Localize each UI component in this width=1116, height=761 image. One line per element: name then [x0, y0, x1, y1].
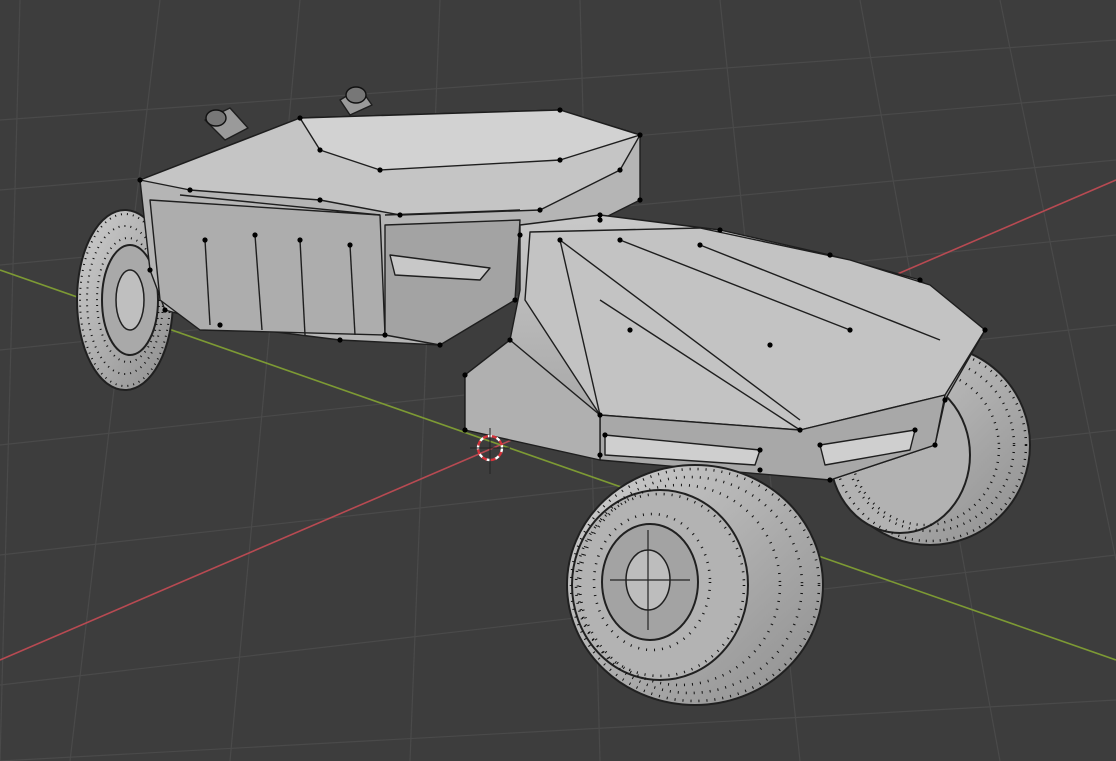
viewport-canvas[interactable]: [0, 0, 1116, 761]
tire-front[interactable]: [566, 464, 824, 706]
exhaust-pipe-right: [339, 86, 373, 116]
exhaust-pipe-left: [204, 107, 249, 141]
car-body[interactable]: [139, 86, 986, 481]
3d-viewport[interactable]: [0, 0, 1116, 761]
